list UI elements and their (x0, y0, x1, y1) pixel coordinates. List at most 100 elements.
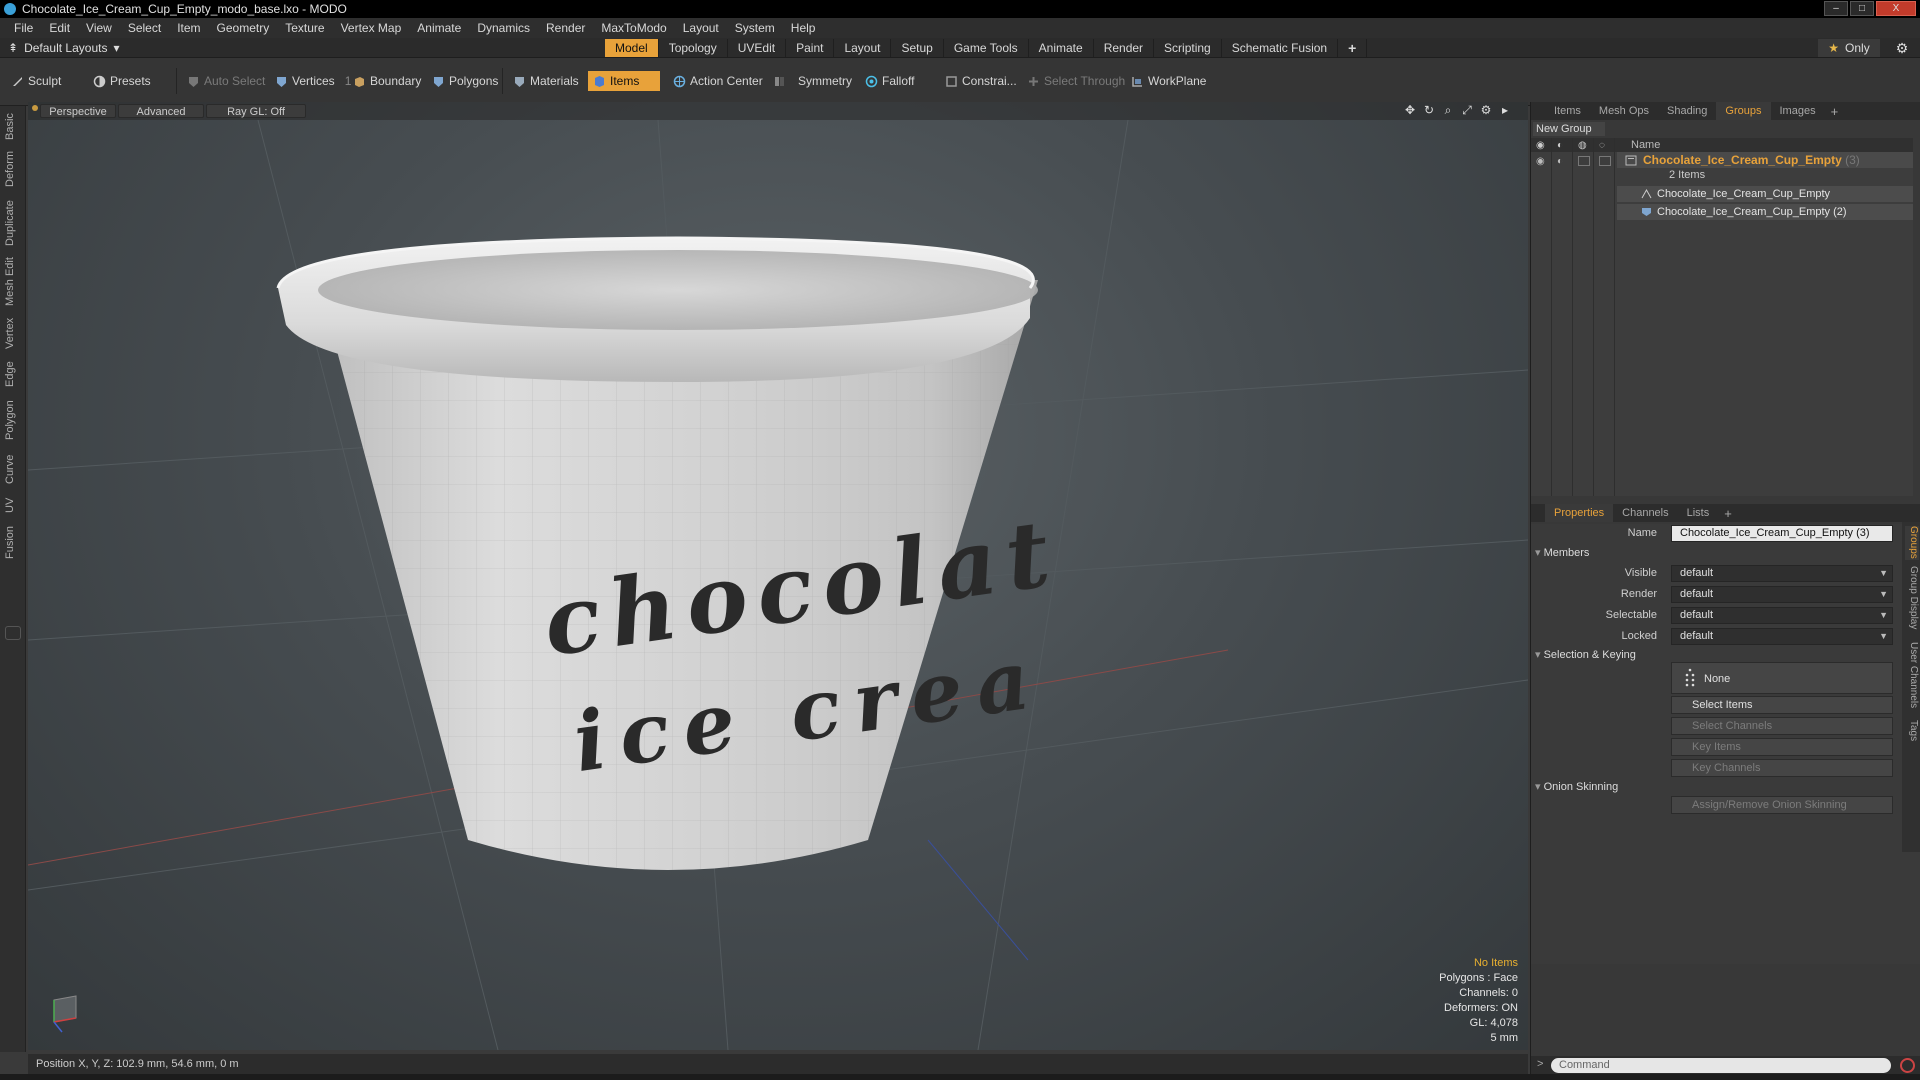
menu-texture[interactable]: Texture (277, 21, 332, 35)
tab-schematic-fusion[interactable]: Schematic Fusion (1222, 39, 1339, 57)
tab-layout[interactable]: Layout (834, 39, 892, 57)
tab-uvedit[interactable]: UVEdit (728, 39, 787, 57)
menu-render[interactable]: Render (538, 21, 593, 35)
tab-game-tools[interactable]: Game Tools (944, 39, 1029, 57)
tab-animate[interactable]: Animate (1029, 39, 1094, 57)
group-lock-toggle[interactable] (1578, 156, 1590, 166)
add-panel-tab-button[interactable]: + (1718, 506, 1738, 521)
presets-button[interactable]: Presets (88, 71, 156, 91)
menu-animate[interactable]: Animate (409, 21, 469, 35)
onion-skinning-section[interactable]: Onion Skinning (1535, 780, 1619, 793)
tab-lists[interactable]: Lists (1678, 504, 1719, 522)
key-channels-button[interactable]: Key Channels (1671, 759, 1893, 777)
raygl-button[interactable]: Ray GL: Off (206, 104, 306, 118)
items-button[interactable]: Items (588, 71, 660, 91)
select-items-button[interactable]: Select Items (1671, 696, 1893, 714)
name-column-header[interactable]: Name (1631, 138, 1660, 152)
close-button[interactable]: X (1876, 1, 1916, 16)
command-input[interactable]: Command (1551, 1058, 1891, 1073)
menu-layout[interactable]: Layout (675, 21, 727, 35)
action-center-button[interactable]: Action Center (668, 71, 768, 91)
tab-scripting[interactable]: Scripting (1154, 39, 1222, 57)
side-tab-tags[interactable]: Tags (1905, 720, 1919, 748)
viewport-menu-dot[interactable] (32, 105, 38, 111)
left-tab-uv[interactable]: UV (4, 494, 22, 516)
left-tab-fusion[interactable]: Fusion (4, 522, 22, 562)
materials-button[interactable]: Materials (508, 71, 584, 91)
tab-properties[interactable]: Properties (1545, 504, 1614, 522)
menu-help[interactable]: Help (783, 21, 824, 35)
pan-icon[interactable]: ✥ (1403, 103, 1417, 117)
group-select-toggle[interactable] (1599, 156, 1611, 166)
menu-dynamics[interactable]: Dynamics (469, 21, 538, 35)
tab-items[interactable]: Items (1545, 102, 1590, 120)
symmetry-button[interactable]: Symmetry (768, 71, 857, 91)
select-channels-button[interactable]: Select Channels (1671, 717, 1893, 735)
side-tab-user-channels[interactable]: User Channels (1905, 642, 1919, 714)
scene-canvas[interactable]: chocolat ice crea (28, 120, 1528, 1050)
constraints-button[interactable]: Constrai... (940, 71, 1022, 91)
tab-model[interactable]: Model (605, 39, 659, 57)
menu-edit[interactable]: Edit (41, 21, 78, 35)
selectable-icon[interactable]: ◌ (1599, 140, 1611, 151)
workplane-button[interactable]: WorkPlane (1126, 71, 1211, 91)
gear-icon[interactable]: ⚙ (1894, 40, 1910, 56)
command-record-icon[interactable] (1900, 1058, 1915, 1073)
menu-system[interactable]: System (727, 21, 783, 35)
left-tab-basic[interactable]: Basic (4, 110, 22, 144)
visible-select[interactable]: default ▼ (1671, 565, 1893, 582)
left-tab-deform[interactable]: Deform (4, 148, 22, 190)
tab-mesh-ops[interactable]: Mesh Ops (1590, 102, 1658, 120)
left-tab-duplicate[interactable]: Duplicate (4, 196, 22, 250)
name-field[interactable]: Chocolate_Ice_Cream_Cup_Empty (3) (1671, 525, 1893, 542)
left-tab-polygon[interactable]: Polygon (4, 396, 22, 444)
menu-maxtomodo[interactable]: MaxToModo (593, 21, 674, 35)
eye-icon[interactable]: ◉ (1536, 140, 1548, 151)
menu-item[interactable]: Item (169, 21, 208, 35)
left-tab-curve[interactable]: Curve (4, 450, 22, 488)
lock-icon[interactable]: ◍ (1578, 140, 1590, 151)
tab-images[interactable]: Images (1771, 102, 1825, 120)
maximize-button[interactable]: □ (1850, 1, 1874, 16)
add-panel-tab-button[interactable]: + (1825, 104, 1845, 119)
only-button[interactable]: ★ Only (1818, 39, 1880, 57)
vertices-button[interactable]: Vertices 1 (270, 71, 356, 91)
auto-select-button[interactable]: Auto Select (182, 71, 270, 91)
render-icon[interactable]: ◐ (1557, 140, 1569, 151)
tab-setup[interactable]: Setup (891, 39, 944, 57)
rotate-icon[interactable]: ↻ (1422, 103, 1436, 117)
group-visible-toggle-icon[interactable]: ◉ (1536, 156, 1548, 167)
members-section[interactable]: Members (1535, 546, 1590, 559)
side-tab-group-display[interactable]: Group Display (1905, 566, 1919, 636)
minimize-button[interactable]: – (1824, 1, 1848, 16)
zoom-icon[interactable]: ⌕ (1441, 103, 1455, 117)
menu-vertex-map[interactable]: Vertex Map (333, 21, 410, 35)
left-tab-edge[interactable]: Edge (4, 358, 22, 390)
key-items-button[interactable]: Key Items (1671, 738, 1893, 756)
tab-render[interactable]: Render (1094, 39, 1155, 57)
maximize-viewport-icon[interactable]: ⤢ (1460, 103, 1474, 117)
group-row[interactable]: Chocolate_Ice_Cream_Cup_Empty (3) (1617, 152, 1913, 168)
onion-skinning-button[interactable]: Assign/Remove Onion Skinning (1671, 796, 1893, 814)
tab-topology[interactable]: Topology (659, 39, 728, 57)
3d-viewport[interactable]: chocolat ice crea Perspective Advanced R… (28, 102, 1528, 1050)
group-render-toggle-icon[interactable]: ◐ (1557, 156, 1569, 167)
side-tab-groups[interactable]: Groups (1905, 526, 1919, 560)
menu-geometry[interactable]: Geometry (209, 21, 278, 35)
list-item[interactable]: Chocolate_Ice_Cream_Cup_Empty (1617, 186, 1913, 202)
left-tab-mesh-edit[interactable]: Mesh Edit (4, 256, 22, 308)
menu-select[interactable]: Select (120, 21, 169, 35)
layout-selector[interactable]: ⇞ Default Layouts ▾ (8, 40, 119, 56)
new-group-button[interactable]: New Group (1533, 122, 1605, 136)
viewport-settings-icon[interactable]: ⚙ (1479, 103, 1493, 117)
shading-mode-button[interactable]: Advanced (118, 104, 204, 118)
viewport-more-icon[interactable]: ▸ (1498, 103, 1512, 117)
falloff-button[interactable]: Falloff (860, 71, 919, 91)
add-tab-button[interactable]: + (1338, 39, 1368, 57)
selectable-select[interactable]: default ▼ (1671, 607, 1893, 624)
render-select[interactable]: default ▼ (1671, 586, 1893, 603)
locked-select[interactable]: default ▼ (1671, 628, 1893, 645)
menu-file[interactable]: File (6, 21, 41, 35)
none-button[interactable]: None (1671, 662, 1893, 694)
sculpt-button[interactable]: Sculpt (6, 71, 66, 91)
